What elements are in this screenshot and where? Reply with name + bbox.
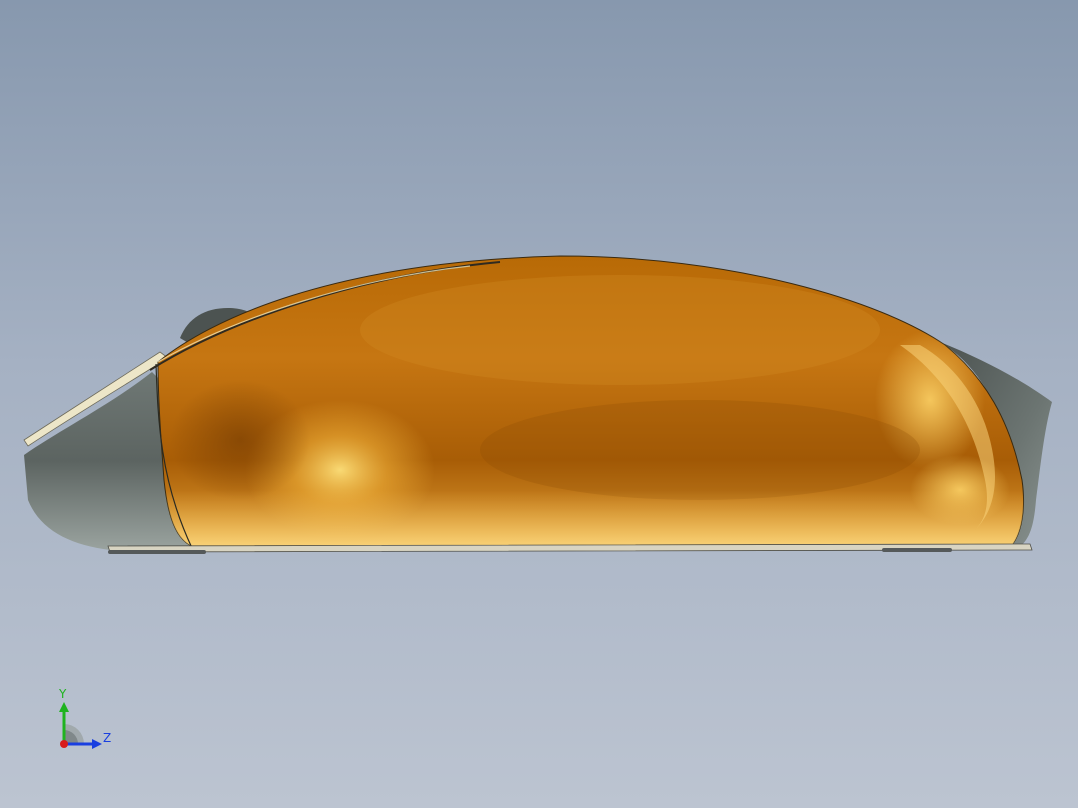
foot-front: [108, 550, 206, 554]
x-axis-dot: [60, 740, 68, 748]
orientation-triad[interactable]: Y Z: [40, 680, 130, 770]
y-axis-arrow: [59, 702, 69, 712]
foot-rear: [882, 548, 952, 552]
z-axis-label: Z: [103, 731, 112, 745]
z-axis-arrow: [92, 739, 102, 749]
graphics-viewport[interactable]: Y Z: [0, 0, 1078, 808]
mouse-model-side-view[interactable]: [0, 0, 1078, 808]
y-axis-label: Y: [59, 687, 67, 701]
triad-graphic: [59, 702, 102, 749]
